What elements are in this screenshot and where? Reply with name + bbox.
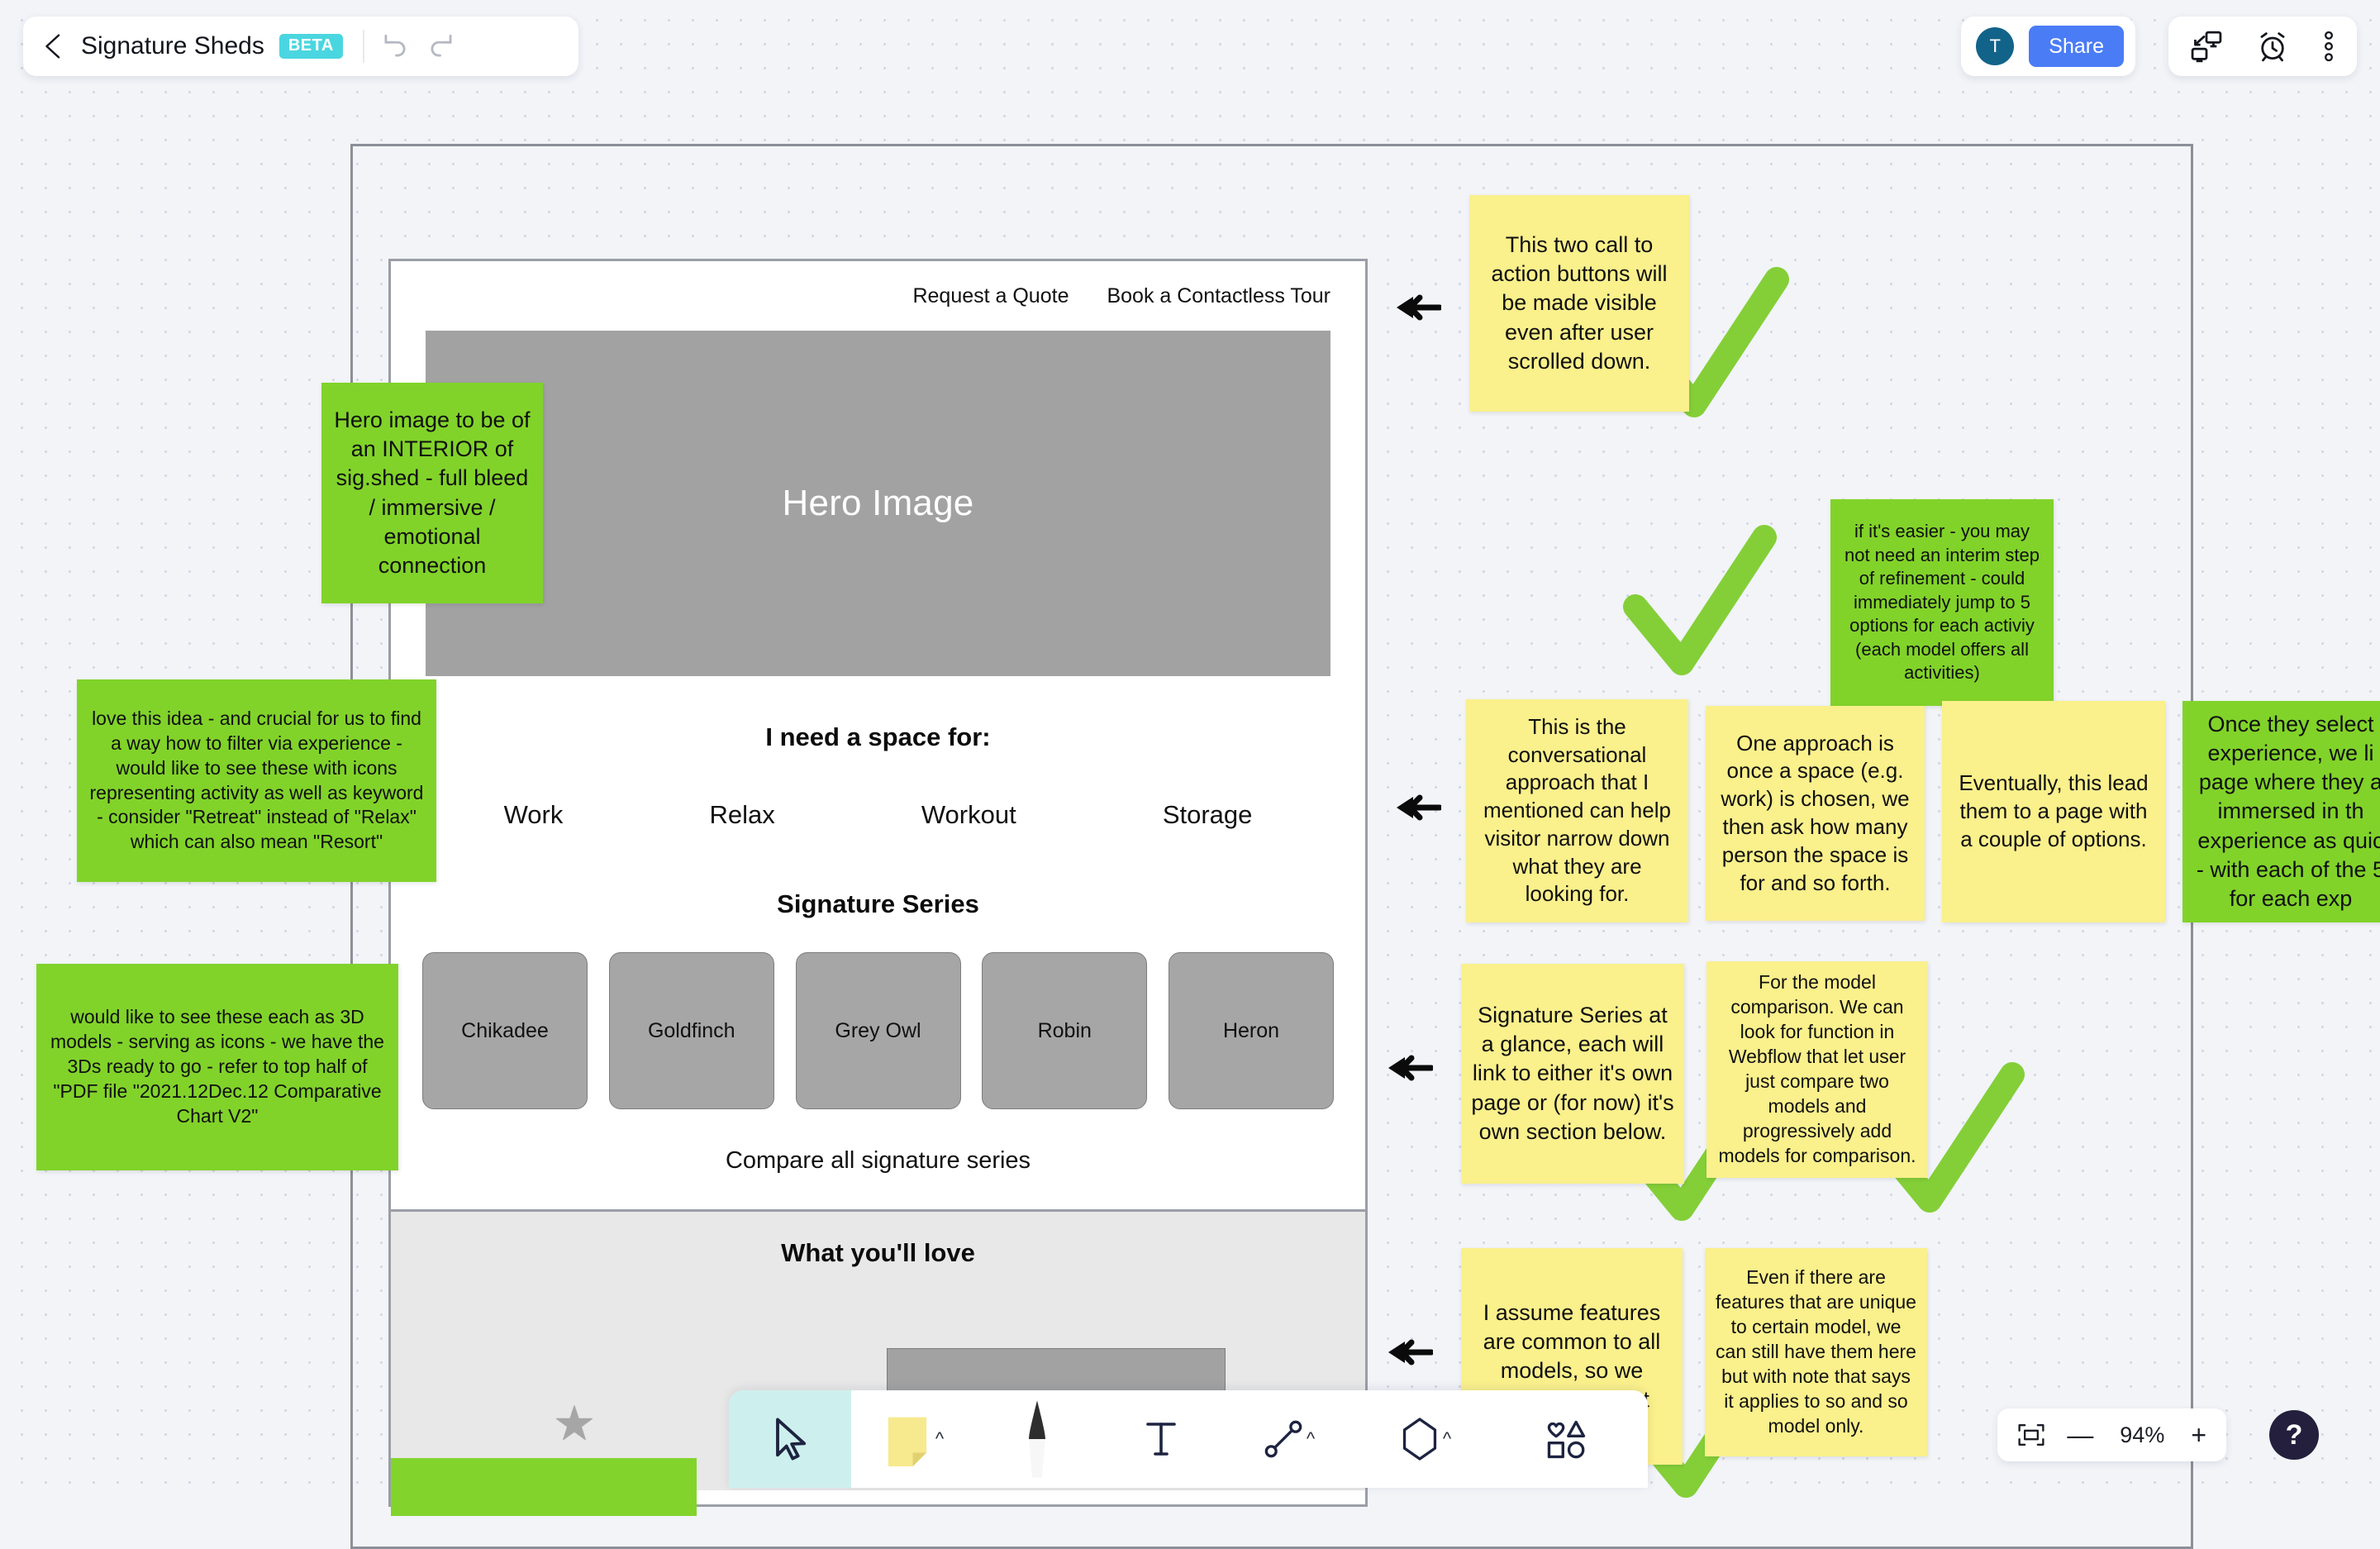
chevron-left-icon[interactable] — [41, 32, 66, 60]
tool-shape[interactable]: ^ — [1355, 1390, 1496, 1488]
share-button[interactable]: Share — [2029, 26, 2124, 67]
share-group: T Share — [1961, 17, 2135, 76]
space-options-row: Work Relax Workout Storage — [391, 800, 1365, 830]
status-badge: BETA — [279, 34, 343, 59]
note-once-they-select[interactable]: Once they select experience, we li page … — [2182, 701, 2380, 922]
alarm-clock-icon[interactable] — [2256, 30, 2289, 63]
shape-caret-icon[interactable]: ^ — [1443, 1428, 1451, 1450]
arrow-space-icon — [1395, 791, 1441, 824]
note-conversational-text: This is the conversational approach that… — [1476, 713, 1678, 909]
hero-image-placeholder: Hero Image — [426, 331, 1330, 676]
zoom-in-button[interactable]: + — [2191, 1422, 2206, 1448]
zoom-out-button[interactable]: — — [2067, 1422, 2093, 1448]
arrow-nav-icon — [1395, 291, 1441, 324]
note-hero-interior-text: Hero image to be of an INTERIOR of sig.s… — [331, 406, 533, 580]
space-option-storage[interactable]: Storage — [1163, 800, 1253, 830]
document-titlebar: Signature Sheds BETA — [23, 17, 578, 76]
series-cards-row: Chikadee Goldfinch Grey Owl Robin Heron — [391, 952, 1365, 1109]
note-series-at-a-glance-text: Signature Series at a glance, each will … — [1471, 1001, 1674, 1146]
note-once-they-select-text: Once they select experience, we li page … — [2192, 710, 2380, 913]
page-title[interactable]: Signature Sheds — [81, 32, 264, 60]
note-cta-visible-text: This two call to action buttons will be … — [1479, 231, 1679, 375]
note-eventually-options-text: Eventually, this lead them to a page wit… — [1952, 770, 2155, 853]
drawing-toolbar: ^ ^ ^ — [729, 1390, 1648, 1488]
series-card-chikadee[interactable]: Chikadee — [422, 952, 588, 1109]
fit-to-screen-icon[interactable] — [2017, 1423, 2045, 1447]
note-3d-models-text: would like to see these each as 3D model… — [46, 1005, 388, 1128]
zoom-level: 94% — [2115, 1423, 2169, 1448]
tool-select[interactable] — [729, 1390, 851, 1488]
note-unique-features[interactable]: Even if there are features that are uniq… — [1705, 1248, 1927, 1456]
toolbar-divider — [363, 30, 364, 63]
note-interim-step-text: if it's easier - you may not need an int… — [1840, 520, 2044, 685]
note-hero-interior[interactable]: Hero image to be of an INTERIOR of sig.s… — [321, 383, 543, 603]
note-filter-icons[interactable]: love this idea - and crucial for us to f… — [77, 679, 436, 882]
present-screens-icon[interactable] — [2190, 30, 2223, 63]
nav-link-request-quote[interactable]: Request a Quote — [912, 284, 1069, 308]
space-option-work[interactable]: Work — [504, 800, 564, 830]
note-one-approach-text: One approach is once a space (e.g. work)… — [1716, 730, 1915, 898]
compare-series-link[interactable]: Compare all signature series — [391, 1147, 1365, 1175]
tool-text[interactable] — [1099, 1390, 1223, 1488]
tool-shape-library[interactable] — [1496, 1390, 1636, 1488]
help-button[interactable]: ? — [2269, 1410, 2319, 1460]
wireframe-nav: Request a Quote Book a Contactless Tour — [391, 261, 1365, 331]
zoom-control: — 94% + — [1997, 1408, 2226, 1461]
series-card-heron[interactable]: Heron — [1169, 952, 1334, 1109]
note-interim-step[interactable]: if it's easier - you may not need an int… — [1830, 499, 2054, 706]
undo-icon[interactable] — [379, 31, 411, 62]
more-vertical-icon[interactable] — [2322, 28, 2335, 64]
note-model-comparison-text: For the model comparison. We can look fo… — [1716, 970, 1918, 1168]
note-cta-visible[interactable]: This two call to action buttons will be … — [1469, 195, 1689, 412]
tool-pen[interactable] — [975, 1390, 1099, 1488]
note-model-comparison[interactable]: For the model comparison. We can look fo… — [1706, 961, 1928, 1178]
note-one-approach[interactable]: One approach is once a space (e.g. work)… — [1706, 706, 1925, 921]
arrow-series-icon — [1387, 1051, 1433, 1084]
arrow-love-icon — [1387, 1336, 1433, 1369]
star-icon: ★ — [553, 1400, 596, 1448]
avatar[interactable]: T — [1976, 27, 2014, 65]
sticky-note-caret-icon[interactable]: ^ — [935, 1428, 944, 1450]
check-space-icon — [1616, 521, 1781, 686]
space-option-workout[interactable]: Workout — [921, 800, 1016, 830]
note-eventually-options[interactable]: Eventually, this lead them to a page wit… — [1942, 701, 2165, 922]
note-3d-models[interactable]: would like to see these each as 3D model… — [36, 964, 398, 1170]
whiteboard-canvas[interactable]: Request a Quote Book a Contactless Tour … — [0, 0, 2380, 1488]
note-conversational[interactable]: This is the conversational approach that… — [1466, 699, 1688, 922]
hero-image-label: Hero Image — [783, 483, 974, 524]
green-annotation-strip — [391, 1458, 697, 1516]
what-you-love-title: What you'll love — [391, 1212, 1365, 1268]
space-option-relax[interactable]: Relax — [709, 800, 774, 830]
nav-link-contactless-tour[interactable]: Book a Contactless Tour — [1107, 284, 1330, 308]
tool-sticky-note[interactable]: ^ — [851, 1390, 975, 1488]
series-card-robin[interactable]: Robin — [982, 952, 1147, 1109]
utility-group — [2168, 17, 2357, 76]
series-card-grey-owl[interactable]: Grey Owl — [796, 952, 961, 1109]
tool-connector[interactable]: ^ — [1223, 1390, 1355, 1488]
redo-icon[interactable] — [426, 31, 457, 62]
space-section-title: I need a space for: — [391, 722, 1365, 752]
series-section-title: Signature Series — [391, 889, 1365, 919]
note-unique-features-text: Even if there are features that are uniq… — [1715, 1265, 1917, 1438]
note-filter-icons-text: love this idea - and crucial for us to f… — [87, 707, 426, 855]
connector-caret-icon[interactable]: ^ — [1307, 1428, 1315, 1450]
note-series-at-a-glance[interactable]: Signature Series at a glance, each will … — [1461, 964, 1684, 1184]
series-card-goldfinch[interactable]: Goldfinch — [609, 952, 774, 1109]
